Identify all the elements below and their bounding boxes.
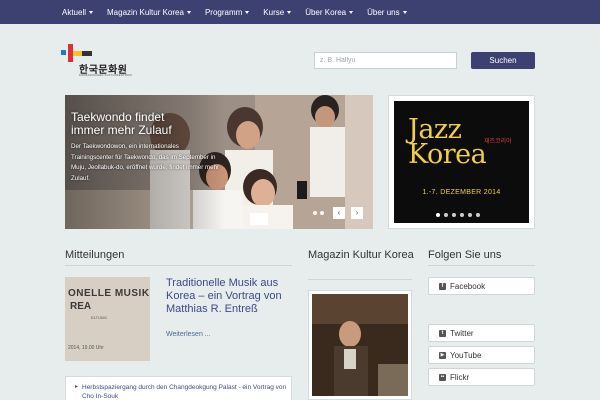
slide-title[interactable]: Taekwondo findet immer mehr Zulauf [71,111,201,137]
magazin-heading: Magazin Kultur Korea [308,249,414,261]
logo-subtext: KOREANISCHES KULTURZENTRUM [79,73,132,77]
search-button[interactable]: Suchen [471,52,535,69]
news-list: Herbstspaziergang durch den Changdeokgun… [65,376,292,400]
divider [428,265,535,266]
youtube-icon: ▶ [439,351,446,359]
mitteilungen-heading: Mitteilungen [65,249,125,261]
caret-down-icon [402,10,407,14]
jazz-korea-date: 1.-7. DEZEMBER 2014 [422,189,501,196]
banner-dot[interactable] [476,213,480,217]
nav-item-aktuell[interactable]: Aktuell [62,8,94,17]
nav-item-magazin[interactable]: Magazin Kultur Korea [107,8,191,17]
magazin-photo [312,294,408,396]
caret-down-icon [349,10,354,14]
twitter-link[interactable]: t Twitter [428,324,535,342]
flickr-icon: •• [439,373,446,381]
youtube-link[interactable]: ▶ YouTube [428,346,535,364]
banner-pagination[interactable] [436,213,484,217]
nav-item-programm[interactable]: Programm [205,8,250,17]
news-list-item[interactable]: Herbstspaziergang durch den Changdeokgun… [75,383,291,400]
news-title-link[interactable]: Traditionelle Musik aus Korea – ein Vort… [166,277,296,316]
top-navigation: Aktuell Magazin Kultur Korea Programm Ku… [0,0,600,24]
facebook-link[interactable]: f Facebook [428,277,535,295]
slider-dot[interactable] [313,211,317,215]
caret-down-icon [186,10,191,14]
caret-down-icon [245,10,250,14]
banner-dot[interactable] [468,213,472,217]
banner-dot[interactable] [436,213,440,217]
caret-down-icon [287,10,292,14]
news-thumbnail[interactable]: ONELLE MUSIK REA ELTUNG 2014, 19.00 Uhr [65,277,150,361]
nav-item-kurse[interactable]: Kurse [263,8,292,17]
twitter-icon: t [439,329,446,337]
jazz-korea-banner[interactable]: Jazz Korea 재즈코리아 1.-7. DEZEMBER 2014 [388,95,535,229]
banner-dot[interactable] [460,213,464,217]
flickr-link[interactable]: •• Flickr [428,368,535,386]
banner-dot[interactable] [444,213,448,217]
facebook-icon: f [439,282,446,290]
follow-heading: Folgen Sie uns [428,249,502,261]
jazz-korea-title: Jazz Korea [408,114,487,170]
nav-item-ueber-korea[interactable]: Über Korea [305,8,354,17]
slider-pagination[interactable] [313,211,327,215]
divider [308,279,412,280]
divider [65,265,292,266]
nav-item-ueber-uns[interactable]: Über uns [367,8,407,17]
magazin-cover-image[interactable] [308,290,412,400]
site-logo[interactable]: 한국문화원 KOREANISCHES KULTURZENTRUM [58,42,138,82]
read-more-link[interactable]: Weiterlesen ... [166,331,211,338]
caret-down-icon [89,10,94,14]
slider-next-button[interactable]: › [351,207,363,219]
search-input[interactable] [314,52,457,69]
jazz-korea-korean: 재즈코리아 [484,139,512,145]
hero-slider[interactable]: Taekwondo findet immer mehr Zulauf Der T… [65,95,373,229]
slider-prev-button[interactable]: ‹ [333,207,345,219]
slide-text: Der Taekwondowon, ein internationales Tr… [71,143,220,182]
slider-dot[interactable] [320,211,324,215]
banner-dot[interactable] [452,213,456,217]
